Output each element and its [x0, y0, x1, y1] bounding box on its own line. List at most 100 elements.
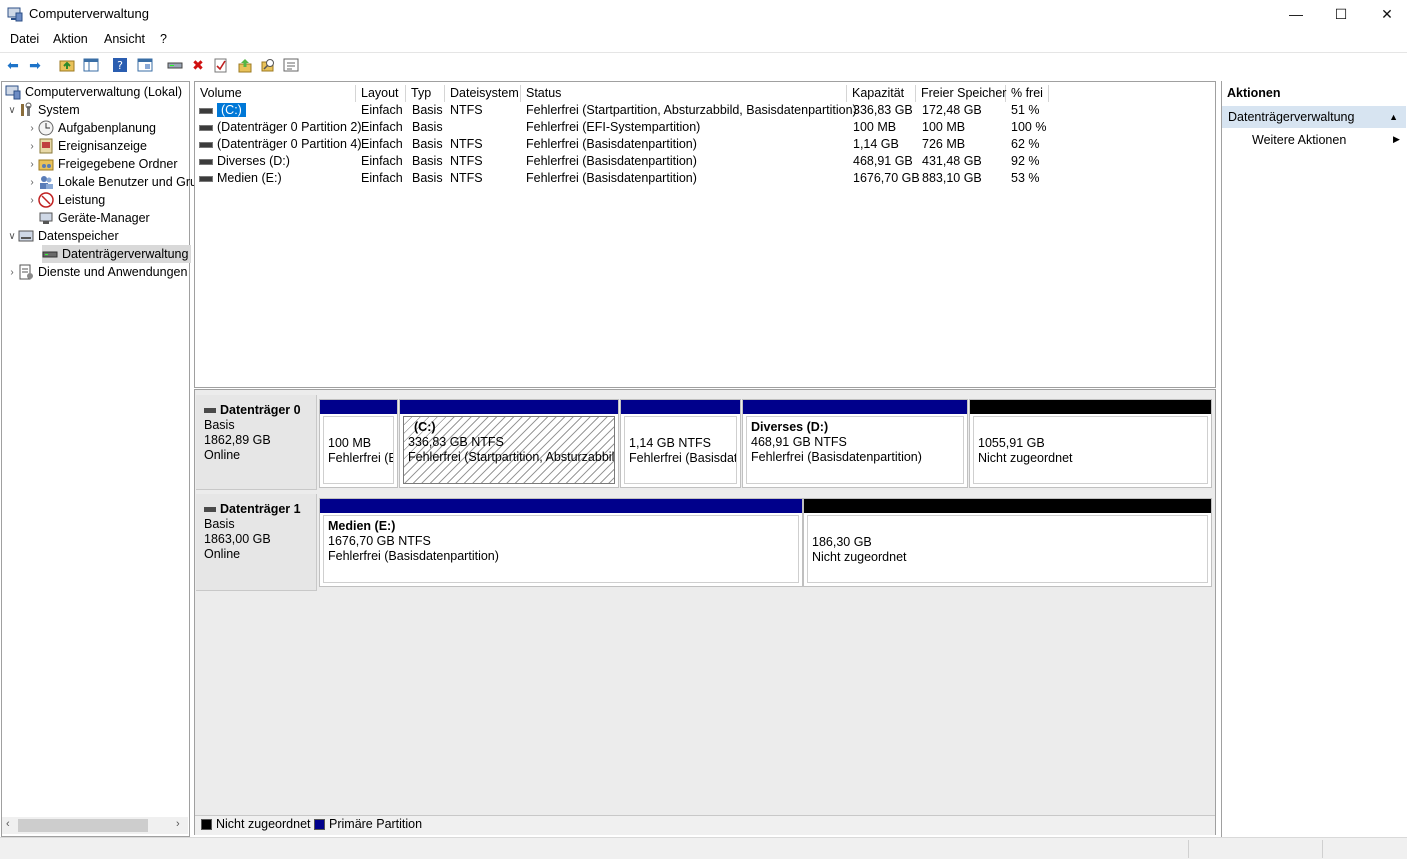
actions-section-header[interactable]: Datenträgerverwaltung ▲ — [1222, 106, 1406, 128]
menu-help[interactable]: ? — [160, 32, 167, 46]
disk-0-label[interactable]: Datenträger 0 Basis 1862,89 GB Online — [196, 395, 317, 490]
partition-d[interactable]: Diverses (D:) 468,91 GB NTFS Fehlerfrei … — [742, 399, 968, 488]
chevron-right-icon[interactable]: › — [26, 195, 38, 206]
table-row[interactable]: (C:) — [199, 102, 246, 119]
chevron-down-icon[interactable]: ∨ — [6, 105, 18, 116]
submenu-arrow-icon: ▶ — [1393, 134, 1400, 144]
cell-typ: Basis — [412, 103, 443, 117]
column-header-dateisystem[interactable]: Dateisystem — [445, 85, 521, 102]
partition-status: Fehlerfrei (EI — [328, 451, 394, 465]
chevron-right-icon[interactable]: › — [26, 141, 38, 152]
column-header-status[interactable]: Status — [521, 85, 847, 102]
partition-efi[interactable]: 100 MB Fehlerfrei (EI — [319, 399, 398, 488]
help-icon[interactable]: ? — [111, 56, 129, 74]
cell-typ: Basis — [412, 137, 443, 151]
partition-unallocated-0[interactable]: 1055,91 GB Nicht zugeordnet — [969, 399, 1212, 488]
services-icon — [18, 264, 34, 280]
properties-icon[interactable] — [136, 56, 154, 74]
back-arrow-icon[interactable]: ⬅ — [4, 56, 22, 74]
column-header-volume[interactable]: Volume — [195, 85, 356, 102]
list-icon[interactable] — [282, 56, 300, 74]
cell-kapazitaet: 336,83 GB — [853, 103, 913, 117]
disk-name: Datenträger 1 — [220, 502, 301, 516]
chevron-down-icon[interactable]: ∨ — [6, 231, 18, 242]
partition-e[interactable]: Medien (E:) 1676,70 GB NTFS Fehlerfrei (… — [319, 498, 803, 587]
scroll-thumb[interactable] — [18, 819, 148, 832]
tree-item-geraete-manager[interactable]: Geräte-Manager — [38, 209, 150, 227]
menu-ansicht[interactable]: Ansicht — [104, 32, 145, 46]
tree-item-freigegebene-ordner[interactable]: › Freigegebene Ordner — [26, 155, 178, 173]
table-row[interactable]: (Datenträger 0 Partition 2) — [199, 119, 362, 136]
delete-icon[interactable]: ✖ — [189, 56, 207, 74]
column-header-prozent-frei[interactable]: % frei — [1006, 85, 1049, 102]
chevron-right-icon[interactable]: › — [26, 159, 38, 170]
column-header-freier-speicher[interactable]: Freier Speicher — [916, 85, 1006, 102]
minimize-button[interactable]: — — [1273, 0, 1319, 28]
partition-bar — [743, 400, 967, 414]
table-row[interactable]: Diverses (D:) — [199, 153, 290, 170]
disk-icon — [204, 507, 216, 512]
table-row[interactable]: (Datenträger 0 Partition 4) — [199, 136, 362, 153]
export-icon[interactable] — [236, 56, 254, 74]
cell-frei: 726 MB — [922, 137, 966, 151]
cell-layout: Einfach — [361, 120, 403, 134]
show-hide-tree-icon[interactable] — [82, 56, 100, 74]
chevron-right-icon[interactable]: › — [26, 177, 38, 188]
column-header-layout[interactable]: Layout — [356, 85, 406, 102]
svg-text:?: ? — [117, 59, 123, 72]
disk-state: Online — [204, 547, 241, 561]
partition-4[interactable]: 1,14 GB NTFS Fehlerfrei (Basisdate — [620, 399, 741, 488]
partition-c[interactable]: (C:) 336,83 GB NTFS Fehlerfrei (Startpar… — [399, 399, 619, 488]
menu-aktion[interactable]: Aktion — [53, 32, 88, 46]
tree-item-lokale-benutzer[interactable]: › Lokale Benutzer und Gru — [26, 173, 197, 191]
chevron-right-icon[interactable]: › — [6, 267, 18, 278]
tree-item-dienste[interactable]: › Dienste und Anwendungen — [6, 263, 187, 281]
cell-kapazitaet: 1,14 GB — [853, 137, 899, 151]
partition-size: 186,30 GB — [812, 535, 872, 549]
tree-item-root[interactable]: Computerverwaltung (Lokal) — [5, 83, 182, 101]
tree-label: Freigegebene Ordner — [58, 157, 178, 171]
computer-management-icon — [7, 6, 23, 22]
partition-bar — [400, 400, 618, 414]
disk-1-label[interactable]: Datenträger 1 Basis 1863,00 GB Online — [196, 494, 317, 591]
volume-icon — [199, 124, 213, 131]
cell-frei: 100 MB — [922, 120, 966, 134]
tree-label: Leistung — [58, 193, 106, 207]
collapse-up-icon[interactable]: ▲ — [1389, 106, 1398, 128]
tree-label: Geräte-Manager — [58, 211, 150, 225]
legend-primary-label: Primäre Partition — [329, 817, 423, 831]
device-manager-icon — [38, 210, 54, 226]
menu-datei[interactable]: Datei — [10, 32, 39, 46]
partition-status: Fehlerfrei (Basisdate — [629, 451, 737, 465]
tree-item-system[interactable]: ∨ System — [6, 101, 80, 119]
tree-label: Ereignisanzeige — [58, 139, 147, 153]
check-icon[interactable] — [212, 56, 230, 74]
search-icon[interactable] — [259, 56, 277, 74]
action-weitere-aktionen[interactable]: Weitere Aktionen — [1252, 133, 1346, 147]
table-row[interactable]: Medien (E:) — [199, 170, 282, 187]
column-header-typ[interactable]: Typ — [406, 85, 445, 102]
scroll-left-icon[interactable]: ‹ — [6, 818, 10, 830]
menu-bar — [0, 30, 1407, 50]
volume-icon — [199, 141, 213, 148]
cell-typ: Basis — [412, 120, 443, 134]
tree-item-datentraegerverwaltung[interactable]: Datenträgerverwaltung — [42, 245, 192, 263]
tree-item-leistung[interactable]: › Leistung — [26, 191, 105, 209]
close-button[interactable]: ✕ — [1364, 0, 1407, 28]
partition-bar — [320, 499, 802, 513]
scroll-right-icon[interactable]: › — [176, 818, 180, 830]
tree-item-datenspeicher[interactable]: ∨ Datenspeicher — [6, 227, 118, 245]
tree-item-aufgabenplanung[interactable]: › Aufgabenplanung — [26, 119, 156, 137]
disk-type: Basis — [204, 517, 235, 531]
actions-pane — [1221, 81, 1407, 837]
partition-unallocated-1[interactable]: 186,30 GB Nicht zugeordnet — [803, 498, 1212, 587]
tree-item-ereignisanzeige[interactable]: › Ereignisanzeige — [26, 137, 147, 155]
tree-label: System — [38, 103, 80, 117]
maximize-button[interactable]: ☐ — [1318, 0, 1364, 28]
forward-arrow-icon[interactable]: ➡ — [26, 56, 44, 74]
connect-drive-icon[interactable] — [166, 56, 184, 74]
column-header-kapazitaet[interactable]: Kapazität — [847, 85, 916, 102]
tree-horizontal-scrollbar[interactable]: ‹ › — [2, 817, 188, 834]
up-folder-icon[interactable] — [58, 56, 76, 74]
chevron-right-icon[interactable]: › — [26, 123, 38, 134]
